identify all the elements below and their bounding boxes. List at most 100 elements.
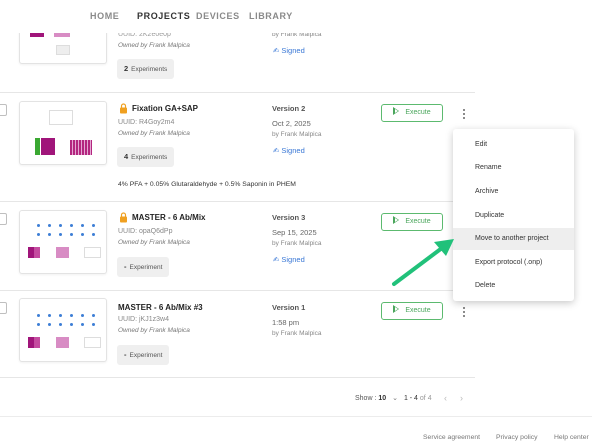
signed-label: Signed: [281, 255, 305, 264]
version-label: Version 2: [272, 104, 306, 113]
well-magenta: [41, 138, 55, 155]
page-range: 1 - 4: [403, 395, 418, 402]
row-divider: [0, 92, 475, 93]
dot: [81, 323, 84, 326]
menu-item-duplicate[interactable]: Duplicate: [453, 205, 574, 227]
show-label: Show :: [355, 395, 377, 402]
version-date: Oct 2, 2025: [272, 119, 311, 128]
dot: [37, 314, 40, 317]
menu-item-move-to-another-project[interactable]: Move to another project: [453, 228, 574, 250]
menu-item-delete[interactable]: Delete: [453, 275, 574, 297]
well-dots: [37, 314, 97, 328]
lock-icon: [120, 212, 127, 223]
nav-library[interactable]: LIBRARY: [249, 11, 293, 21]
menu-item-edit[interactable]: Edit: [453, 134, 574, 156]
menu-item-archive[interactable]: Archive: [453, 181, 574, 203]
experiments-label: Experiment: [129, 264, 163, 271]
top-nav: HOME PROJECTS DEVICES LIBRARY: [0, 0, 592, 33]
protocol-thumbnail[interactable]: [19, 298, 107, 362]
dot: [48, 233, 51, 236]
signature-icon: ✍: [273, 46, 280, 55]
execute-label: Execute: [405, 218, 431, 225]
prev-page-icon[interactable]: ‹: [444, 393, 447, 403]
page-size-select[interactable]: 10: [378, 395, 386, 402]
experiments-badge[interactable]: 4 Experiments: [117, 147, 175, 167]
footer-privacy-policy[interactable]: Privacy policy: [496, 434, 538, 441]
version-author: by Frank Malpica: [272, 330, 322, 337]
nav-devices[interactable]: DEVICES: [196, 11, 240, 21]
footer-divider: [0, 416, 592, 417]
more-options-icon[interactable]: [460, 307, 468, 321]
dot: [48, 224, 51, 227]
protocol-thumbnail[interactable]: [19, 210, 107, 274]
experiments-badge[interactable]: - Experiment: [117, 345, 170, 365]
signed-status: ✍ Signed: [273, 46, 305, 55]
well-pink-grid: [70, 140, 92, 155]
signed-label: Signed: [281, 46, 305, 55]
footer-service-agreement[interactable]: Service agreement: [423, 434, 480, 441]
experiments-badge[interactable]: 2 Experiments: [117, 59, 175, 79]
row-divider: [0, 290, 475, 291]
execute-button[interactable]: Execute: [381, 104, 443, 122]
row-checkbox[interactable]: [0, 213, 7, 225]
nav-projects[interactable]: PROJECTS: [137, 11, 190, 21]
experiments-label: Experiment: [129, 352, 163, 359]
pagination: Show : 10 ⌄ 1 - 4 of 4: [355, 394, 432, 402]
project-owner: Owned by Frank Malpica: [118, 327, 190, 334]
footer-help-center[interactable]: Help center: [554, 434, 589, 441]
well-magenta: [28, 247, 40, 258]
protocol-note: 4% PFA + 0.05% Glutaraldehyde + 0.5% Sap…: [118, 181, 296, 188]
project-name[interactable]: MASTER - 6 Ab/Mix: [132, 213, 205, 222]
project-name[interactable]: Fixation GA+SAP: [132, 104, 198, 113]
row-checkbox[interactable]: [0, 104, 7, 116]
menu-item-rename[interactable]: Rename: [453, 157, 574, 179]
dot: [37, 224, 40, 227]
lock-icon: [120, 103, 127, 114]
project-uuid: UUID: jKJ1z3w4: [118, 316, 169, 323]
well-empty: [84, 247, 101, 258]
menu-item-export-protocol[interactable]: Export protocol (.onp): [453, 252, 574, 274]
dot: [81, 224, 84, 227]
row-checkbox[interactable]: [0, 302, 7, 314]
well-empty: [84, 337, 101, 348]
dot: [70, 314, 73, 317]
signature-icon: ✍: [273, 255, 280, 264]
dot: [37, 323, 40, 326]
dot: [92, 323, 95, 326]
play-icon: [393, 216, 400, 224]
dot: [70, 224, 73, 227]
dot: [70, 323, 73, 326]
dot: [81, 314, 84, 317]
execute-button[interactable]: Execute: [381, 213, 443, 231]
well-empty: [56, 45, 70, 55]
signed-status: ✍ Signed: [273, 255, 305, 264]
annotation-arrow-icon: [392, 239, 454, 286]
experiments-count: -: [124, 262, 127, 271]
experiments-badge[interactable]: - Experiment: [117, 257, 170, 277]
execute-button[interactable]: Execute: [381, 302, 443, 320]
version-date: 1:58 pm: [272, 318, 300, 327]
dot: [48, 314, 51, 317]
dot: [70, 233, 73, 236]
well-empty: [49, 110, 73, 125]
execute-label: Execute: [405, 307, 431, 314]
page-total: of 4: [419, 395, 432, 402]
more-options-icon[interactable]: [460, 109, 468, 123]
version-author: by Frank Malpica: [272, 240, 322, 247]
next-page-icon[interactable]: ›: [460, 393, 463, 403]
play-icon: [393, 107, 400, 115]
experiments-count: -: [124, 350, 127, 359]
well-pink: [56, 337, 69, 348]
dot: [92, 224, 95, 227]
project-uuid: UUID: opaQ6dPp: [118, 228, 173, 235]
dot: [59, 233, 62, 236]
project-name[interactable]: MASTER - 6 Ab/Mix #3: [118, 303, 203, 312]
project-owner: Owned by Frank Malpica: [118, 42, 190, 49]
chevron-down-icon[interactable]: ⌄: [392, 395, 398, 402]
row-divider: [0, 377, 475, 378]
well-pink: [56, 247, 69, 258]
signed-status: ✍ Signed: [273, 146, 305, 155]
dot: [92, 233, 95, 236]
protocol-thumbnail[interactable]: [19, 101, 107, 165]
nav-home[interactable]: HOME: [90, 11, 119, 21]
